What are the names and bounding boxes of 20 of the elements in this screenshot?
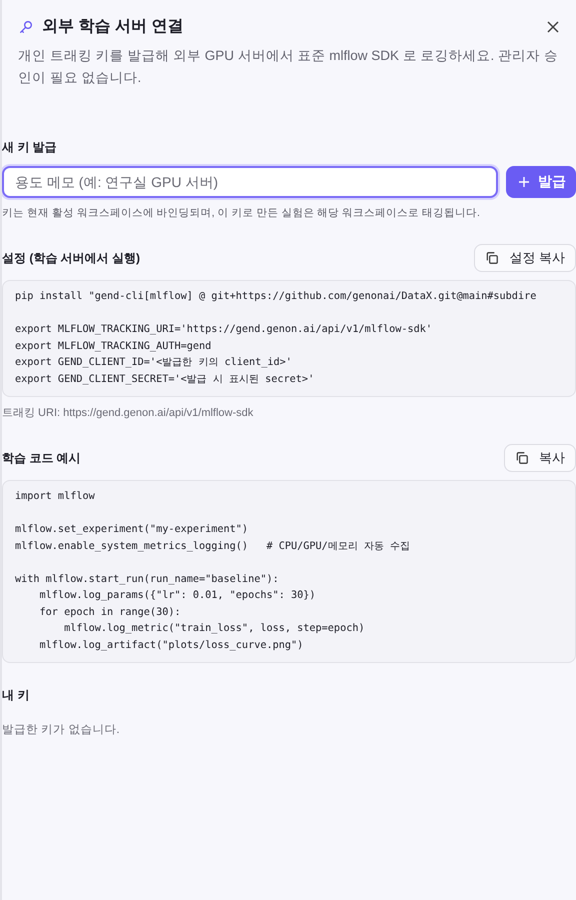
section-label: 새 키 발급 bbox=[2, 139, 58, 156]
key-icon bbox=[18, 18, 34, 34]
dialog-description: 개인 트래킹 키를 발급해 외부 GPU 서버에서 표준 mlflow SDK 로 로깅하세요. 관리자 승인이 필요 없습니다. bbox=[18, 47, 559, 87]
copy-icon bbox=[515, 451, 529, 465]
plus-icon bbox=[518, 176, 530, 188]
copy-button[interactable]: 복사 bbox=[504, 444, 576, 472]
dialog-title: 외부 학습 서버 연결 bbox=[42, 17, 184, 37]
code-block: pip install "gend-cli[mlflow] @ git+https://github.com/genonai/DataX.git@main#subdire export MLFLOW_TRACKING_URI='https://gend.genon.ai/api/v1/mlflow-sdk' export MLFLOW_TRACKING_AUTH=gend export GEND_CLIENT_ID='<발급한 키의 client_id>' export GEND_CLIENT_SECRET='<발급 시 표시된 secret>' bbox=[2, 280, 576, 397]
close-icon[interactable] bbox=[546, 20, 560, 34]
issue-button[interactable]: 발급 bbox=[506, 166, 576, 198]
memo-input-field[interactable]: 용도 메모 (예: 연구실 GPU 서버) bbox=[2, 166, 498, 198]
empty-state-text: 발급한 키가 없습니다. bbox=[2, 723, 121, 737]
section-label: 설정 (학습 서버에서 실행) bbox=[2, 250, 140, 266]
section-label: 학습 코드 예시 bbox=[2, 450, 81, 466]
section-label: 내 키 bbox=[2, 687, 30, 704]
copy-icon bbox=[485, 251, 500, 265]
hint-text: 키는 현재 활성 워크스페이스에 바인딩되며, 이 키로 만든 실험은 해당 워크스페이스로 태깅됩니다. bbox=[2, 206, 481, 220]
tracking-uri-text: 트래킹 URI: https://gend.genon.ai/api/v1/mlflow-sdk bbox=[2, 406, 254, 420]
copy-button[interactable]: 설정 복사 bbox=[474, 244, 576, 272]
code-block: import mlflow mlflow.set_experiment("my-experiment") mlflow.enable_system_metrics_logging() # CPU/GPU/메모리 자동 수집 with mlflow.start_run(run_name="baseline"): mlflow.log_params({"lr": 0.01, "epochs": 30}) for epoch in range(30): mlflow.log_metric("train_loss", loss, step=epoch) mlflow.log_artifact("plots/loss_curve.png") bbox=[2, 480, 576, 663]
